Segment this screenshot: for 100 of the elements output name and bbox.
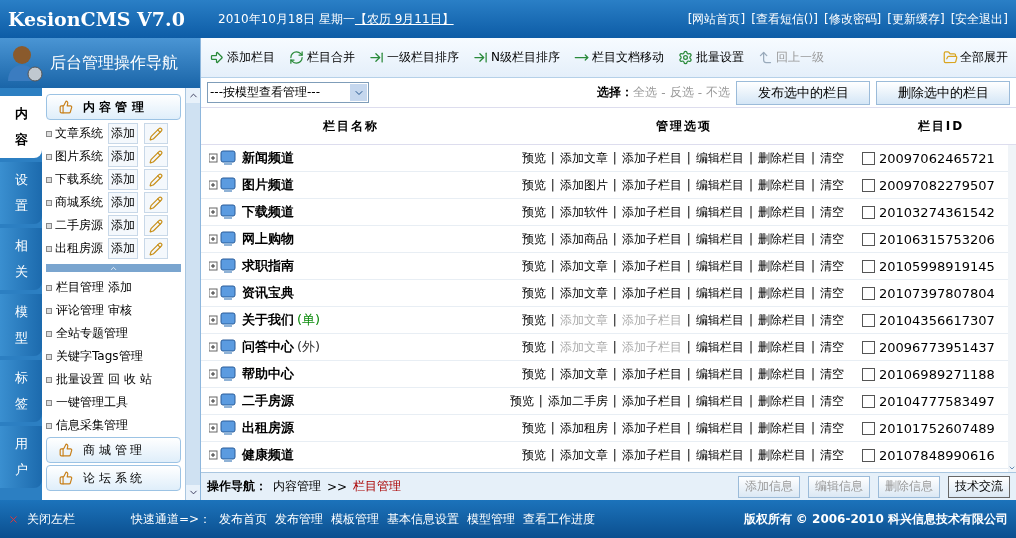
row-action-link[interactable]: 预览 [521, 419, 546, 437]
row-action-link[interactable]: 清空 [820, 446, 844, 464]
row-action-link[interactable]: 清空 [820, 338, 844, 356]
quick-link[interactable]: 发布首页 [219, 510, 268, 528]
row-action-link[interactable]: 编辑栏目 [695, 392, 744, 410]
quick-link[interactable]: 发布管理 [275, 510, 324, 528]
row-checkbox[interactable] [862, 313, 875, 327]
row-checkbox[interactable] [862, 259, 875, 273]
sidebar-tab[interactable]: 设置 [0, 162, 42, 224]
row-action-link[interactable]: 添加二手房 [547, 392, 608, 410]
row-action-link[interactable]: 添加子栏目 [621, 419, 682, 437]
row-action-link[interactable]: 清空 [820, 149, 844, 167]
row-checkbox[interactable] [862, 205, 875, 219]
module-link[interactable]: 文章系统 [55, 125, 103, 142]
header-link[interactable]: [安全退出] [950, 10, 1008, 28]
module-link[interactable]: 商城系统 [55, 194, 103, 211]
scroll-down-icon[interactable] [1008, 464, 1016, 472]
row-action-link[interactable]: 删除栏目 [757, 446, 806, 464]
edit-button[interactable] [144, 146, 168, 167]
quick-link[interactable]: 模型管理 [467, 510, 516, 528]
scrollbar[interactable] [185, 88, 200, 500]
header-link[interactable]: [网站首页] [687, 10, 746, 28]
row-action-link[interactable]: 清空 [820, 230, 844, 248]
menu-group-header[interactable]: 论 坛 系 统 [46, 465, 181, 491]
row-action-link[interactable]: 编辑栏目 [695, 338, 744, 356]
row-action-link[interactable]: 清空 [820, 203, 844, 221]
menu-link[interactable]: 一键管理工具 [56, 394, 128, 411]
row-action-link[interactable]: 预览 [521, 446, 546, 464]
toolbar-button[interactable]: 添加栏目 [209, 49, 275, 66]
row-action-link[interactable]: 编辑栏目 [695, 149, 744, 167]
sidebar-tab[interactable]: 模型 [0, 294, 42, 356]
row-action-link[interactable]: 编辑栏目 [695, 419, 744, 437]
row-action-link[interactable]: 删除栏目 [757, 176, 806, 194]
row-action-link[interactable]: 添加文章 [559, 446, 608, 464]
menu-link[interactable]: 回 收 站 [108, 371, 152, 388]
row-action-link[interactable]: 删除栏目 [757, 419, 806, 437]
row-action-link[interactable]: 预览 [521, 284, 546, 302]
edit-button[interactable] [144, 192, 168, 213]
sidebar-tab[interactable]: 内容 [0, 96, 42, 158]
sidebar-tab[interactable]: 相关 [0, 228, 42, 290]
toolbar-button[interactable]: N级栏目排序 [473, 49, 560, 66]
menu-link[interactable]: 添加 [108, 279, 132, 296]
row-action-link[interactable]: 清空 [820, 284, 844, 302]
row-action-link[interactable]: 编辑栏目 [695, 446, 744, 464]
row-action-link[interactable]: 预览 [521, 365, 546, 383]
row-checkbox[interactable] [862, 232, 875, 246]
toolbar-button[interactable]: 栏目文档移动 [574, 49, 664, 66]
row-action-link[interactable]: 清空 [820, 392, 844, 410]
row-action-link[interactable]: 添加图片 [559, 176, 608, 194]
row-action-link[interactable]: 添加子栏目 [621, 176, 682, 194]
lunar-date-link[interactable]: 【农历 9月11日】 [354, 10, 454, 28]
action-button[interactable]: 发布选中的栏目 [736, 80, 870, 105]
row-action-link[interactable]: 添加子栏目 [621, 203, 682, 221]
row-checkbox[interactable] [862, 394, 875, 408]
row-action-link[interactable]: 编辑栏目 [695, 230, 744, 248]
menu-link[interactable]: 批量设置 [56, 371, 104, 388]
row-action-link[interactable]: 预览 [521, 338, 546, 356]
row-action-link[interactable]: 添加子栏目 [621, 257, 682, 275]
expand-all-button[interactable]: 全部展开 [943, 49, 1008, 66]
add-button[interactable]: 添加 [108, 169, 138, 190]
quick-link[interactable]: 基本信息设置 [387, 510, 460, 528]
row-checkbox[interactable] [862, 178, 875, 192]
row-action-link[interactable]: 添加子栏目 [621, 446, 682, 464]
module-link[interactable]: 出租房源 [55, 240, 103, 257]
row-action-link[interactable]: 添加子栏目 [621, 284, 682, 302]
menu-link[interactable]: 信息采集管理 [56, 417, 128, 434]
row-action-link[interactable]: 清空 [820, 311, 844, 329]
row-action-link[interactable]: 添加文章 [559, 365, 608, 383]
quick-link[interactable]: 模板管理 [331, 510, 380, 528]
row-action-link[interactable]: 预览 [521, 149, 546, 167]
model-select[interactable]: ---按模型查看管理--- [207, 82, 369, 103]
row-action-link[interactable]: 添加租房 [559, 419, 608, 437]
menu-link[interactable]: 评论管理 [56, 302, 104, 319]
row-action-link[interactable]: 添加文章 [559, 257, 608, 275]
row-checkbox[interactable] [862, 367, 875, 381]
row-action-link[interactable]: 预览 [521, 203, 546, 221]
category-name[interactable]: 二手房源 [242, 392, 294, 410]
row-action-link[interactable]: 清空 [820, 365, 844, 383]
row-checkbox[interactable] [862, 448, 875, 462]
row-action-link[interactable]: 预览 [521, 230, 546, 248]
module-link[interactable]: 下载系统 [55, 171, 103, 188]
menu-link[interactable]: 关键字Tags管理 [56, 348, 143, 365]
edit-button[interactable] [144, 123, 168, 144]
category-name[interactable]: 求职指南 [242, 257, 294, 275]
footer-button[interactable]: 技术交流 [948, 475, 1010, 498]
row-action-link[interactable]: 添加子栏目 [621, 149, 682, 167]
row-action-link[interactable]: 预览 [521, 311, 546, 329]
action-button[interactable]: 删除选中的栏目 [876, 80, 1010, 105]
row-action-link[interactable]: 编辑栏目 [695, 176, 744, 194]
row-action-link[interactable]: 删除栏目 [757, 203, 806, 221]
breadcrumb-link[interactable]: 内容管理 [273, 478, 321, 495]
row-action-link[interactable]: 添加文章 [559, 149, 608, 167]
row-action-link[interactable]: 添加软件 [559, 203, 608, 221]
row-action-link[interactable]: 添加子栏目 [621, 392, 682, 410]
row-action-link[interactable]: 编辑栏目 [695, 257, 744, 275]
row-action-link[interactable]: 添加文章 [559, 284, 608, 302]
category-name[interactable]: 问答中心 [242, 338, 294, 356]
row-action-link[interactable]: 删除栏目 [757, 311, 806, 329]
toolbar-button[interactable]: 栏目合并 [289, 49, 355, 66]
sidebar-tab[interactable]: 标签 [0, 360, 42, 422]
